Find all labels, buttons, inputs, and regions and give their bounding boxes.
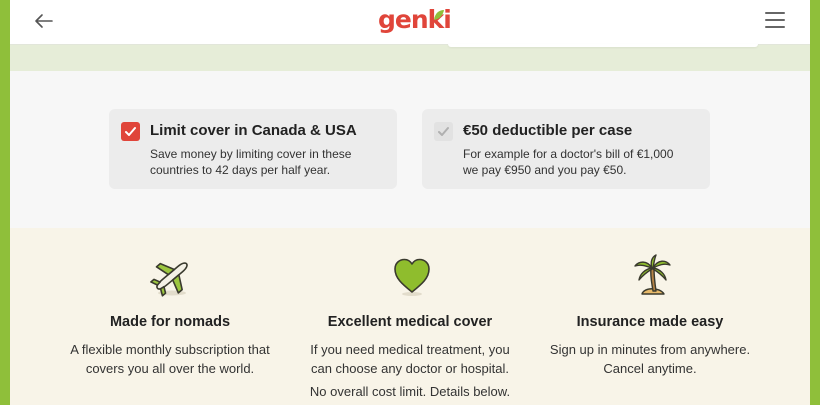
- benefit-desc-line: Sign up in minutes from anywhere.: [549, 342, 751, 357]
- benefit-desc-line: Cancel anytime.: [603, 361, 697, 376]
- benefit-extra-note: No overall cost limit. Details below.: [309, 384, 511, 399]
- card-stub: [448, 44, 758, 47]
- airplane-icon: [150, 254, 194, 298]
- limit-cover-checkbox[interactable]: [121, 122, 140, 141]
- palm-tree-icon: [630, 254, 674, 298]
- benefit-title: Insurance made easy: [576, 314, 724, 330]
- benefit-desc-line: A flexible monthly subscription that: [70, 342, 270, 357]
- deductible-checkbox[interactable]: [434, 122, 453, 141]
- page-frame: genki Limit cover in Canada & USA Save m…: [10, 0, 810, 405]
- option-title: Limit cover in Canada & USA: [150, 122, 357, 139]
- option-deductible[interactable]: €50 deductible per case For example for …: [422, 109, 710, 189]
- hamburger-menu-icon[interactable]: [765, 12, 785, 32]
- benefit-desc-line: covers you all over the world.: [85, 361, 255, 376]
- leaf-icon: [433, 8, 445, 26]
- option-limit-cover[interactable]: Limit cover in Canada & USA Save money b…: [109, 109, 397, 189]
- option-description: For example for a doctor's bill of €1,00…: [463, 146, 673, 178]
- arrow-left-icon[interactable]: [32, 9, 56, 33]
- benefit-title: Made for nomads: [109, 314, 231, 330]
- option-title: €50 deductible per case: [463, 122, 633, 139]
- benefit-desc-line: can choose any doctor or hospital.: [310, 361, 509, 376]
- benefit-description: Sign up in minutes from anywhere. Cancel…: [520, 340, 780, 378]
- top-header: genki: [10, 0, 810, 45]
- option-desc-line: For example for a doctor's bill of €1,00…: [463, 147, 674, 161]
- heart-icon: [390, 254, 434, 298]
- benefits-section: Made for nomads A flexible monthly subsc…: [10, 228, 810, 405]
- benefit-title: Excellent medical cover: [327, 314, 493, 330]
- green-band: [10, 45, 810, 71]
- option-description: Save money by limiting cover in these co…: [150, 146, 351, 178]
- benefit-description: A flexible monthly subscription that cov…: [40, 340, 300, 378]
- option-desc-line: countries to 42 days per half year.: [150, 163, 331, 177]
- benefit-description: If you need medical treatment, you can c…: [280, 340, 540, 378]
- benefit-desc-line: If you need medical treatment, you: [310, 342, 510, 357]
- option-desc-line: Save money by limiting cover in these: [150, 147, 352, 161]
- option-desc-line: we pay €950 and you pay €50.: [463, 163, 627, 177]
